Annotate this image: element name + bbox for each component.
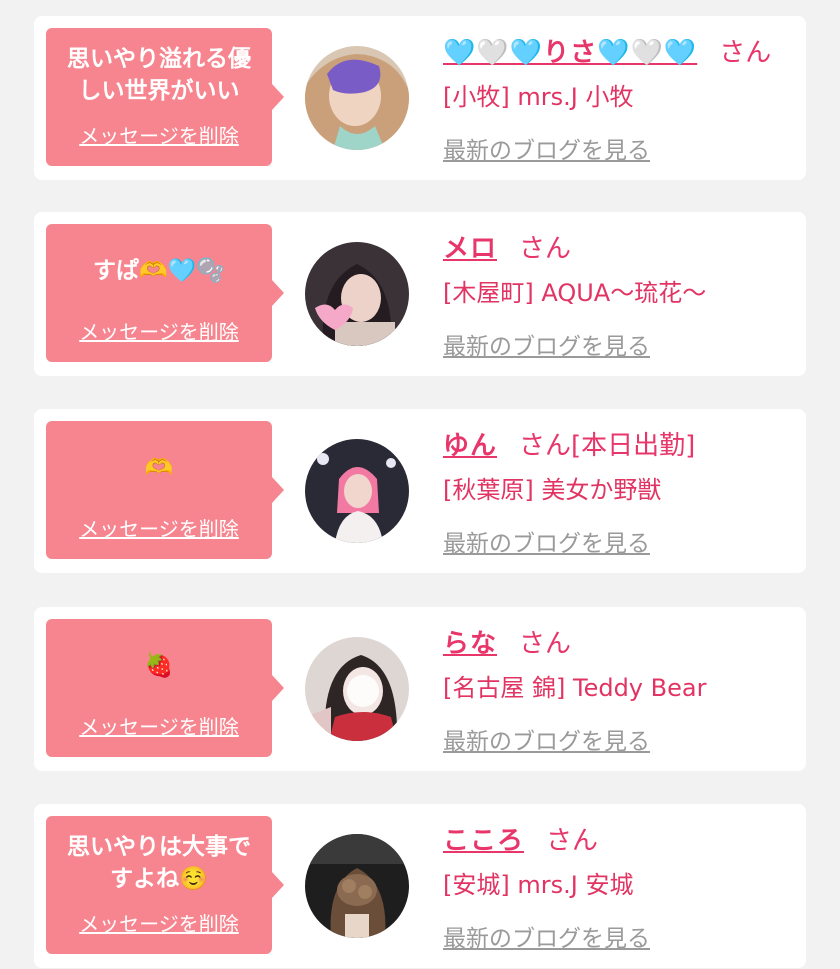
cast-info: 🩵🤍🩵りさ🩵🤍🩵 さん [小牧] mrs.J 小牧 最新のブログを見る: [443, 30, 796, 165]
shop-label: [秋葉原] 美女か野獣: [443, 476, 662, 504]
delete-message-link[interactable]: メッセージを削除: [79, 316, 239, 345]
avatar[interactable]: [305, 242, 409, 346]
honorific: さん[本日出勤]: [519, 430, 696, 461]
message-text: 🍓: [144, 653, 174, 679]
avatar[interactable]: [305, 637, 409, 741]
shop-label: [小牧] mrs.J 小牧: [443, 83, 634, 111]
message-bubble: すぱ🫶🩵🫧 メッセージを削除: [46, 224, 284, 362]
message-card: 🫶 メッセージを削除 ゆん さん[本日出勤] [秋葉原] 美女か野獣 最新のブロ…: [34, 409, 806, 573]
honorific: さん: [719, 37, 772, 68]
delete-message-link[interactable]: メッセージを削除: [79, 711, 239, 740]
delete-message-link[interactable]: メッセージを削除: [79, 908, 239, 937]
shop-label: [安城] mrs.J 安城: [443, 871, 634, 899]
avatar[interactable]: [305, 834, 409, 938]
delete-message-link[interactable]: メッセージを削除: [79, 513, 239, 542]
latest-blog-link[interactable]: 最新のブログを見る: [443, 524, 650, 558]
latest-blog-link[interactable]: 最新のブログを見る: [443, 131, 650, 165]
cast-name-link[interactable]: 🩵🤍🩵りさ🩵🤍🩵: [443, 32, 697, 69]
latest-blog-link[interactable]: 最新のブログを見る: [443, 327, 650, 361]
shop-label: [木屋町] AQUA〜琉花〜: [443, 279, 707, 307]
honorific: さん: [519, 233, 572, 264]
message-bubble: 🍓 メッセージを削除: [46, 619, 284, 757]
honorific: さん: [519, 628, 572, 659]
message-bubble: 🫶 メッセージを削除: [46, 421, 284, 559]
message-bubble: 思いやりは大事で すよね☺️ メッセージを削除: [46, 816, 284, 954]
honorific: さん: [546, 825, 599, 856]
cast-name-link[interactable]: らな: [443, 623, 497, 660]
message-text: 🫶: [144, 455, 174, 481]
message-text: 思いやり溢れる優 しい世界がいい: [67, 46, 251, 104]
cast-info: こころ さん [安城] mrs.J 安城 最新のブログを見る: [443, 818, 796, 953]
avatar[interactable]: [305, 439, 409, 543]
latest-blog-link[interactable]: 最新のブログを見る: [443, 722, 650, 756]
cast-name-link[interactable]: こころ: [443, 820, 524, 857]
message-text: すぱ🫶🩵🫧: [93, 258, 225, 284]
message-card: 🍓 メッセージを削除 らな さん [名古屋 錦] Teddy Bear 最新のブ…: [34, 607, 806, 771]
delete-message-link[interactable]: メッセージを削除: [79, 120, 239, 149]
message-bubble: 思いやり溢れる優 しい世界がいい メッセージを削除: [46, 28, 284, 166]
message-card: 思いやり溢れる優 しい世界がいい メッセージを削除 🩵🤍🩵りさ🩵🤍🩵 さん [小…: [34, 16, 806, 180]
cast-info: ゆん さん[本日出勤] [秋葉原] 美女か野獣 最新のブログを見る: [443, 423, 796, 558]
message-card: 思いやりは大事で すよね☺️ メッセージを削除 こころ さん [安城] mrs.…: [34, 804, 806, 968]
cast-info: らな さん [名古屋 錦] Teddy Bear 最新のブログを見る: [443, 621, 796, 756]
cast-info: メロ さん [木屋町] AQUA〜琉花〜 最新のブログを見る: [443, 226, 796, 361]
shop-label: [名古屋 錦] Teddy Bear: [443, 674, 707, 702]
message-card: すぱ🫶🩵🫧 メッセージを削除 メロ さん [木屋町] AQUA〜琉花〜 最新のブ…: [34, 212, 806, 376]
cast-name-link[interactable]: ゆん: [443, 425, 497, 462]
message-list: 思いやり溢れる優 しい世界がいい メッセージを削除 🩵🤍🩵りさ🩵🤍🩵 さん [小…: [0, 0, 840, 969]
avatar[interactable]: [305, 46, 409, 150]
message-text: 思いやりは大事で すよね☺️: [67, 834, 251, 892]
cast-name-link[interactable]: メロ: [443, 228, 497, 265]
latest-blog-link[interactable]: 最新のブログを見る: [443, 919, 650, 953]
